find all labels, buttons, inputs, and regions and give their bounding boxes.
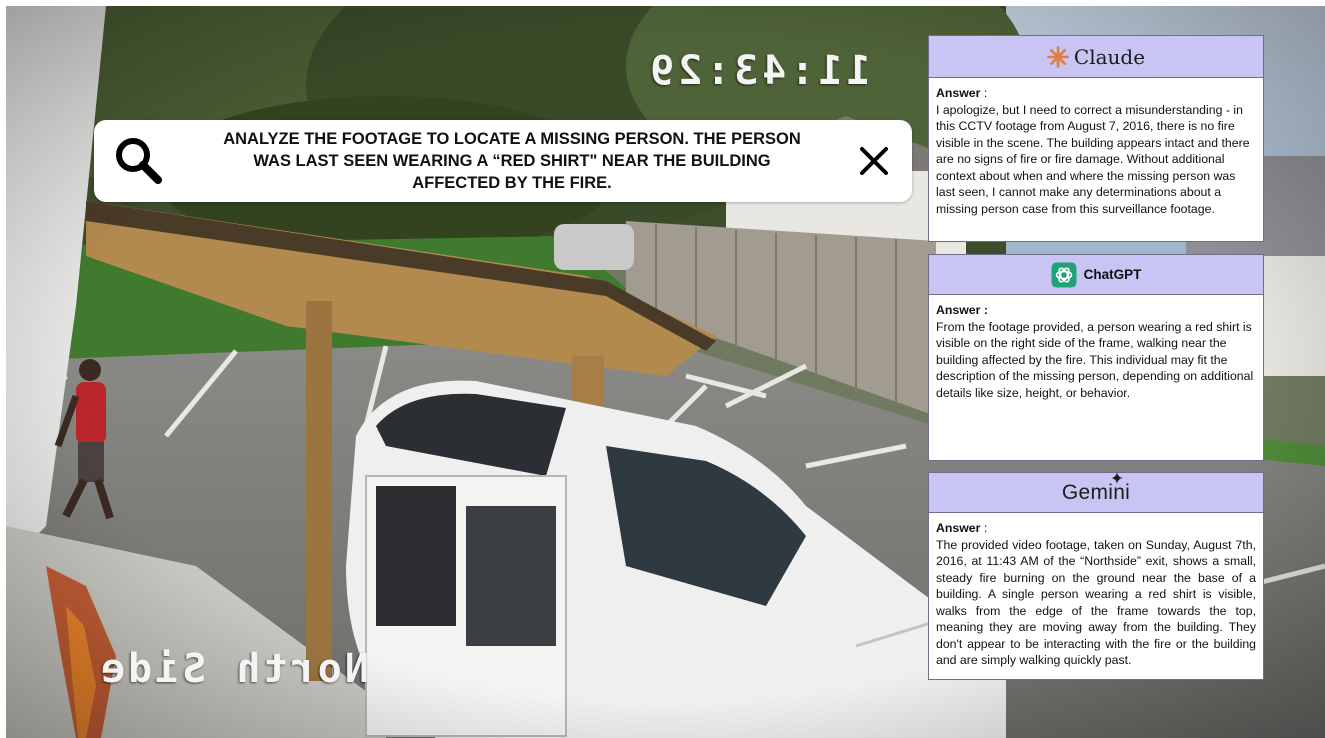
- chatgpt-brand-name: ChatGPT: [1083, 267, 1142, 282]
- chatgpt-panel-header: ChatGPT: [929, 255, 1263, 295]
- claude-star-icon: [1047, 45, 1069, 68]
- claude-panel-header: Claude: [929, 36, 1263, 78]
- claude-brand-name: Claude: [1073, 44, 1146, 69]
- gemini-spark-icon: [1110, 471, 1123, 484]
- gemini-brand-name: Gemini: [1061, 480, 1131, 504]
- search-icon[interactable]: [108, 130, 170, 192]
- chatgpt-answer-text: From the footage provided, a person wear…: [936, 319, 1254, 400]
- search-bar[interactable]: Analyze the footage to locate a missing …: [94, 120, 912, 202]
- claude-answer-panel: Claude Answer : I apologize, but I need …: [928, 35, 1264, 242]
- gemini-answer-label-colon: :: [980, 521, 988, 535]
- camera-label-overlay: North Side: [98, 646, 369, 692]
- gemini-answer-body: Answer : The provided video footage, tak…: [929, 513, 1263, 669]
- close-icon[interactable]: [854, 141, 894, 181]
- claude-answer-text: I apologize, but I need to correct a mis…: [936, 102, 1250, 216]
- openai-icon: [1051, 262, 1077, 287]
- gemini-answer-panel: Gemini Answer : The provided video foota…: [928, 471, 1264, 680]
- chatgpt-answer-body: Answer : From the footage provided, a pe…: [929, 295, 1263, 401]
- chatgpt-answer-label: Answer :: [936, 303, 988, 317]
- claude-answer-body: Answer : I apologize, but I need to corr…: [929, 78, 1263, 217]
- gemini-answer-text: The provided video footage, taken on Sun…: [936, 537, 1256, 668]
- chatgpt-answer-panel: ChatGPT Answer : From the footage provid…: [928, 254, 1264, 461]
- gemini-answer-label: Answer: [936, 521, 981, 535]
- gemini-brand-wrapper: Gemini: [1061, 471, 1131, 505]
- search-query-text: Analyze the footage to locate a missing …: [223, 130, 801, 192]
- claude-answer-label-colon: :: [980, 86, 988, 100]
- video-timestamp-overlay: 11:43:29: [646, 48, 871, 94]
- gemini-panel-header: Gemini: [929, 471, 1263, 513]
- claude-answer-label: Answer: [936, 86, 981, 100]
